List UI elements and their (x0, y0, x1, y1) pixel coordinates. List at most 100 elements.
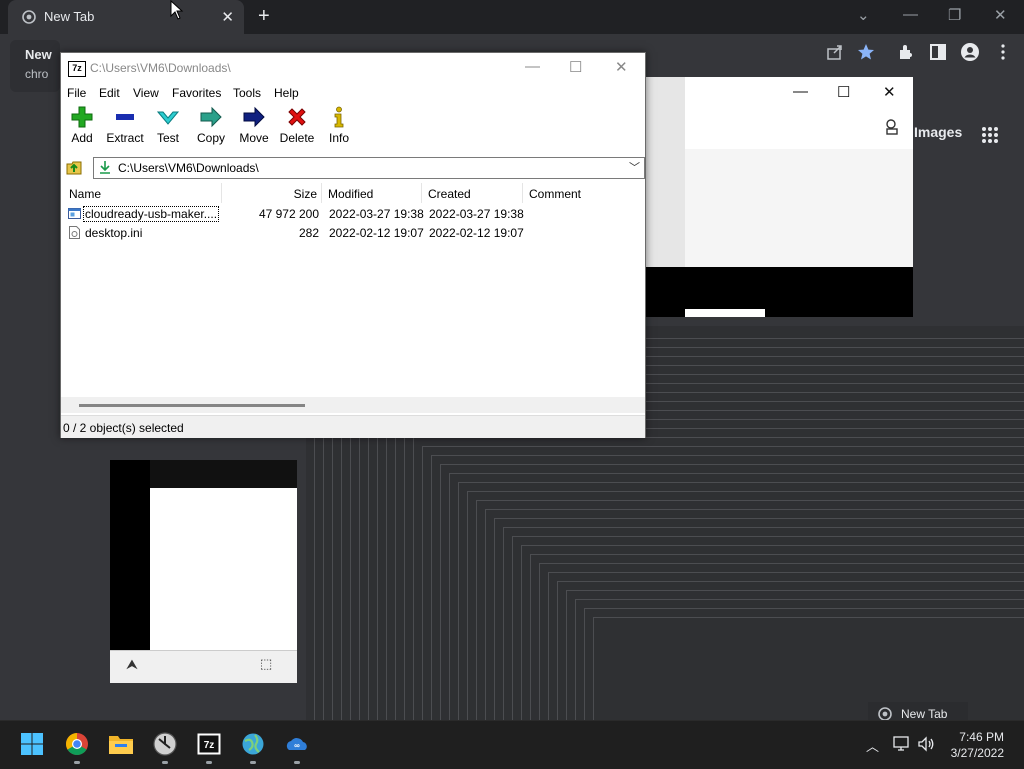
maximize-button[interactable]: ☐ (569, 58, 582, 76)
file-created: 2022-03-27 19:38 (429, 207, 524, 221)
restore-button[interactable]: ❐ (948, 6, 961, 24)
profile-avatar-icon[interactable] (960, 42, 980, 62)
taskbar-clock-app[interactable] (152, 731, 178, 757)
taskbar: 7z ∞ ︿ 7:46 PM 3/27/2022 (0, 720, 1024, 769)
taskbar-file-explorer[interactable] (108, 731, 134, 757)
extract-button[interactable]: Extract (103, 105, 147, 145)
minimize-button[interactable]: — (525, 58, 540, 75)
column-size[interactable]: Size (222, 183, 322, 203)
apps-grid-icon[interactable] (981, 126, 999, 144)
tab-search-icon[interactable]: ⌄ (857, 6, 870, 24)
running-indicator (294, 761, 300, 764)
copy-button[interactable]: Copy (189, 105, 233, 145)
preview-title: New Tab (901, 707, 948, 721)
ghost-trail-line (530, 554, 1024, 555)
volume-icon[interactable] (917, 736, 935, 752)
taskbar-7zip[interactable]: 7z (196, 731, 222, 757)
path-combobox[interactable]: C:\Users\VM6\Downloads\ ﹀ (93, 157, 645, 179)
folder-up-icon[interactable] (65, 158, 83, 176)
ghost-trail-line (431, 455, 1024, 456)
render-artifact (150, 460, 297, 488)
info-icon (334, 106, 344, 128)
move-label: Move (239, 131, 269, 145)
new-tab-button[interactable]: + (258, 5, 270, 28)
pointer-tool-icon[interactable]: ⮝ (126, 656, 138, 673)
ghost-trail-line (449, 473, 450, 720)
start-button[interactable] (19, 731, 45, 757)
test-label: Test (156, 131, 179, 145)
menu-tools[interactable]: Tools (233, 86, 261, 100)
test-button[interactable]: Test (146, 105, 190, 145)
menu-edit[interactable]: Edit (99, 86, 120, 100)
clock[interactable]: 7:46 PM 3/27/2022 (951, 729, 1004, 761)
select-region-icon[interactable]: ⬚ (260, 656, 272, 672)
tab-close-icon[interactable]: ✕ (221, 8, 234, 26)
share-icon[interactable] (825, 42, 845, 62)
table-row[interactable]: desktop.ini 282 2022-02-12 19:07 2022-02… (63, 224, 643, 243)
more-menu-icon[interactable] (993, 42, 1013, 62)
table-row[interactable]: cloudready-usb-maker.... 47 972 200 2022… (63, 205, 643, 224)
add-plus-icon (71, 106, 93, 128)
file-explorer-icon (109, 736, 133, 754)
tab-new-tab[interactable]: New Tab ✕ (8, 0, 244, 34)
column-created[interactable]: Created (422, 183, 523, 203)
taskbar-network-app[interactable] (240, 731, 266, 757)
ghost-trail-line (368, 392, 369, 720)
close-button[interactable]: ✕ (615, 58, 628, 76)
ghost-trail-line (593, 617, 1024, 618)
taskbar-onedrive-app[interactable]: ∞ (284, 731, 310, 757)
chevron-down-icon[interactable]: ﹀ (629, 159, 640, 175)
file-size: 282 (298, 226, 319, 240)
scrollbar-thumb[interactable] (79, 404, 305, 407)
menu-help[interactable]: Help (274, 86, 299, 100)
running-indicator (74, 761, 80, 764)
bookmark-star-icon[interactable] (856, 42, 876, 62)
copy-arrow-icon (200, 106, 222, 128)
clock-app-icon (153, 732, 177, 756)
minimize-button[interactable]: — (793, 83, 808, 100)
images-link[interactable]: Images (914, 124, 962, 140)
ghost-trail-line (566, 590, 567, 720)
ghost-trail-line (395, 419, 396, 720)
ghost-trail-line (584, 608, 1024, 609)
column-name[interactable]: Name (63, 183, 222, 203)
close-button[interactable]: ✕ (883, 83, 896, 101)
labs-flask-icon[interactable] (883, 117, 903, 137)
menu-favorites[interactable]: Favorites (172, 86, 221, 100)
side-panel-icon[interactable] (928, 42, 948, 62)
ghost-trail-line (467, 491, 1024, 492)
window-content (685, 149, 913, 269)
7zip-icon: 7z (197, 733, 221, 755)
ghost-trail-line (467, 491, 468, 720)
network-globe-icon (242, 733, 264, 755)
taskbar-chrome[interactable] (64, 731, 90, 757)
onedrive-app-icon: ∞ (286, 738, 307, 750)
move-button[interactable]: Move (232, 105, 276, 145)
ghost-trail-line (566, 590, 1024, 591)
maximize-button[interactable]: ☐ (837, 83, 850, 101)
delete-button[interactable]: Delete (275, 105, 319, 145)
info-label: Info (328, 131, 349, 145)
render-artifact-bar (685, 309, 765, 317)
ghost-trail-line (404, 428, 405, 720)
ghost-trail-line (422, 446, 423, 720)
extensions-icon[interactable] (896, 42, 916, 62)
ghost-trail-line (548, 572, 549, 720)
ghost-trail-line (458, 482, 1024, 483)
minimize-button[interactable]: — (903, 6, 918, 23)
menu-file[interactable]: File (67, 86, 86, 100)
info-button[interactable]: Info (317, 105, 361, 145)
ghost-trail-line (530, 554, 531, 720)
network-status-icon[interactable] (893, 736, 911, 752)
ghost-trail-line (503, 527, 504, 720)
delete-x-icon (288, 108, 306, 126)
add-button[interactable]: Add (60, 105, 104, 145)
menu-view[interactable]: View (133, 86, 159, 100)
close-button[interactable]: ✕ (994, 6, 1007, 24)
chevron-up-icon[interactable]: ︿ (866, 736, 879, 755)
ghost-trail-line (458, 482, 459, 720)
title-bar[interactable]: 7z C:\Users\VM6\Downloads\ — ☐ ✕ (61, 53, 645, 83)
column-comment[interactable]: Comment (523, 183, 623, 203)
horizontal-scrollbar[interactable] (61, 397, 645, 413)
column-modified[interactable]: Modified (322, 183, 422, 203)
